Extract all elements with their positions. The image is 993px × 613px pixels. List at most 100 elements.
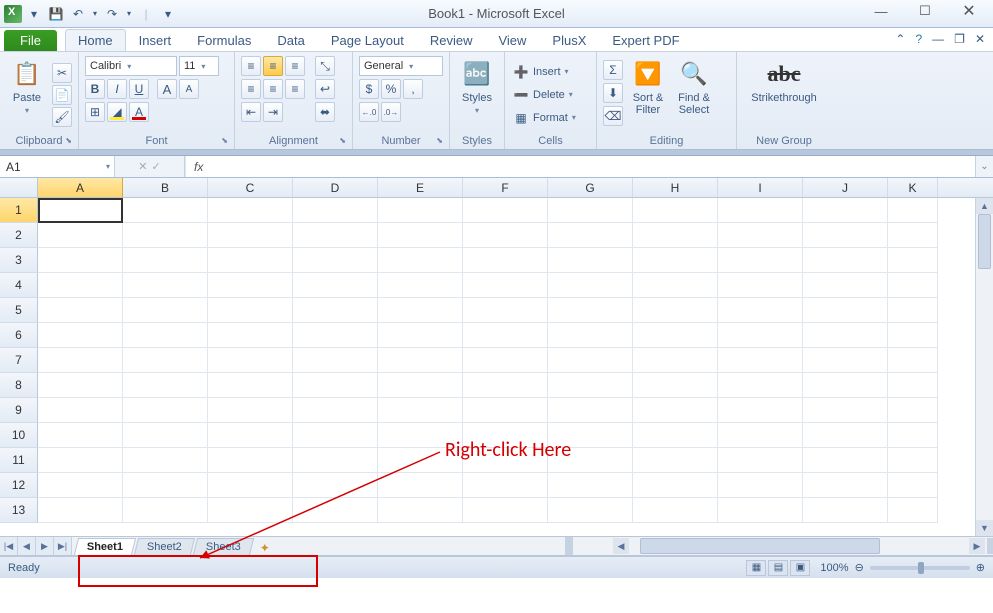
row-header-11[interactable]: 11 (0, 448, 38, 473)
cell-D10[interactable] (293, 423, 378, 448)
cell-I11[interactable] (718, 448, 803, 473)
cell-K4[interactable] (888, 273, 938, 298)
cell-E8[interactable] (378, 373, 463, 398)
italic-button[interactable]: I (107, 79, 127, 99)
cell-I13[interactable] (718, 498, 803, 523)
row-header-6[interactable]: 6 (0, 323, 38, 348)
cell-E1[interactable] (378, 198, 463, 223)
col-header-G[interactable]: G (548, 178, 633, 197)
col-header-F[interactable]: F (463, 178, 548, 197)
cell-I6[interactable] (718, 323, 803, 348)
cell-F11[interactable] (463, 448, 548, 473)
col-header-C[interactable]: C (208, 178, 293, 197)
hscroll-track[interactable] (630, 538, 968, 554)
row-header-12[interactable]: 12 (0, 473, 38, 498)
cell-H12[interactable] (633, 473, 718, 498)
cell-H3[interactable] (633, 248, 718, 273)
cell-A10[interactable] (38, 423, 123, 448)
tab-plusx[interactable]: PlusX (539, 29, 599, 51)
tab-review[interactable]: Review (417, 29, 486, 51)
normal-view-button[interactable]: ▦ (746, 560, 766, 576)
align-right-button[interactable]: ≡ (285, 79, 305, 99)
qat-dropdown-icon[interactable]: ▾ (24, 4, 44, 24)
tab-split-handle[interactable] (565, 537, 573, 555)
cell-B3[interactable] (123, 248, 208, 273)
cell-K9[interactable] (888, 398, 938, 423)
copy-button[interactable]: 📄 (52, 85, 72, 105)
cell-D3[interactable] (293, 248, 378, 273)
vscroll-thumb[interactable] (978, 214, 991, 269)
cell-G6[interactable] (548, 323, 633, 348)
cell-K7[interactable] (888, 348, 938, 373)
cell-K6[interactable] (888, 323, 938, 348)
zoom-in-button[interactable]: ⊕ (976, 561, 985, 574)
tab-home[interactable]: Home (65, 29, 126, 51)
cell-K11[interactable] (888, 448, 938, 473)
row-header-2[interactable]: 2 (0, 223, 38, 248)
font-size-combo[interactable]: 11▾ (179, 56, 219, 76)
insert-cells-button[interactable]: ➕Insert▾ (511, 62, 576, 82)
cell-G8[interactable] (548, 373, 633, 398)
cell-I12[interactable] (718, 473, 803, 498)
sort-filter-button[interactable]: 🔽 Sort & Filter (627, 56, 669, 133)
cell-D7[interactable] (293, 348, 378, 373)
workbook-close-icon[interactable]: ✕ (975, 32, 985, 46)
cell-A3[interactable] (38, 248, 123, 273)
align-bottom-button[interactable]: ≡ (285, 56, 305, 76)
cell-K10[interactable] (888, 423, 938, 448)
cell-C9[interactable] (208, 398, 293, 423)
cell-B2[interactable] (123, 223, 208, 248)
col-header-I[interactable]: I (718, 178, 803, 197)
cell-D11[interactable] (293, 448, 378, 473)
cell-B5[interactable] (123, 298, 208, 323)
cell-J1[interactable] (803, 198, 888, 223)
cell-F10[interactable] (463, 423, 548, 448)
cell-E3[interactable] (378, 248, 463, 273)
cell-A11[interactable] (38, 448, 123, 473)
cell-H4[interactable] (633, 273, 718, 298)
cell-D13[interactable] (293, 498, 378, 523)
cell-E7[interactable] (378, 348, 463, 373)
align-center-button[interactable]: ≡ (263, 79, 283, 99)
sheet-tab-2[interactable]: Sheet2 (134, 538, 195, 555)
cell-I10[interactable] (718, 423, 803, 448)
cell-C13[interactable] (208, 498, 293, 523)
cell-B9[interactable] (123, 398, 208, 423)
hscroll-thumb[interactable] (640, 538, 880, 554)
cell-E9[interactable] (378, 398, 463, 423)
cell-B4[interactable] (123, 273, 208, 298)
cell-A4[interactable] (38, 273, 123, 298)
number-format-combo[interactable]: General▾ (359, 56, 443, 76)
cell-B6[interactable] (123, 323, 208, 348)
cell-F4[interactable] (463, 273, 548, 298)
workbook-minimize-icon[interactable]: — (932, 32, 944, 46)
cell-E5[interactable] (378, 298, 463, 323)
last-sheet-button[interactable]: ▶| (54, 537, 72, 555)
cell-J12[interactable] (803, 473, 888, 498)
cell-F12[interactable] (463, 473, 548, 498)
cell-J9[interactable] (803, 398, 888, 423)
cell-E6[interactable] (378, 323, 463, 348)
cell-C4[interactable] (208, 273, 293, 298)
file-tab[interactable]: File (4, 30, 57, 51)
col-header-B[interactable]: B (123, 178, 208, 197)
cell-K2[interactable] (888, 223, 938, 248)
cell-F3[interactable] (463, 248, 548, 273)
fx-icon[interactable]: fx (194, 160, 203, 174)
decrease-decimal-button[interactable]: .0→ (381, 102, 401, 122)
percent-button[interactable]: % (381, 79, 401, 99)
border-button[interactable]: ⊞ (85, 102, 105, 122)
col-header-A[interactable]: A (38, 178, 123, 197)
col-header-J[interactable]: J (803, 178, 888, 197)
zoom-slider[interactable] (870, 566, 970, 570)
cell-F13[interactable] (463, 498, 548, 523)
decrease-indent-button[interactable]: ⇤ (241, 102, 261, 122)
cell-J11[interactable] (803, 448, 888, 473)
zoom-value[interactable]: 100% (820, 562, 848, 574)
row-header-4[interactable]: 4 (0, 273, 38, 298)
hscroll-split-handle[interactable] (987, 538, 993, 554)
clear-button[interactable]: ⌫ (603, 106, 623, 126)
cell-B12[interactable] (123, 473, 208, 498)
cell-K5[interactable] (888, 298, 938, 323)
cell-A13[interactable] (38, 498, 123, 523)
